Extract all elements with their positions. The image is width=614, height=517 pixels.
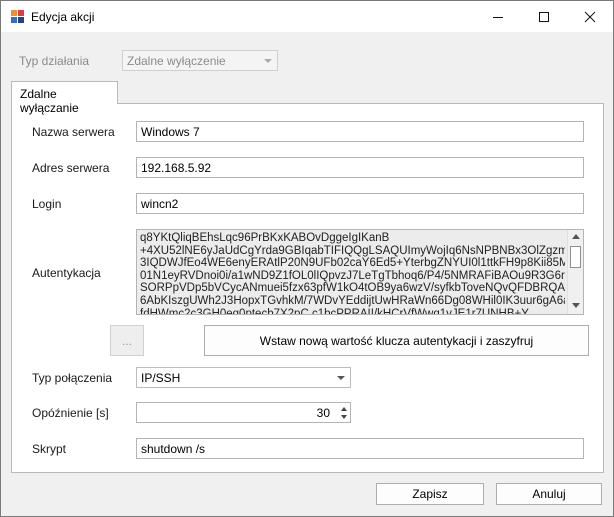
- connection-type-select[interactable]: IP/SSH: [136, 367, 351, 388]
- script-label: Skrypt: [32, 442, 67, 456]
- action-type-label: Typ działania: [19, 54, 90, 68]
- maximize-icon: [539, 11, 549, 22]
- server-name-input[interactable]: Windows 7: [136, 121, 584, 142]
- delay-stepper[interactable]: 30: [136, 402, 351, 423]
- auth-line: fdHWmc2c3GH0eq0ptecb7X2pC c1bcPPRAII/kHC…: [140, 307, 529, 315]
- title-bar[interactable]: Edycja akcji: [1, 1, 613, 32]
- connection-type-label: Typ połączenia: [32, 371, 113, 385]
- stepper-up-icon[interactable]: [341, 407, 347, 411]
- close-button[interactable]: [567, 1, 613, 32]
- login-label: Login: [32, 197, 62, 211]
- action-type-value: Zdalne wyłączenie: [127, 54, 226, 68]
- browse-button[interactable]: ...: [110, 325, 144, 356]
- scroll-thumb[interactable]: [570, 246, 581, 268]
- close-icon: [584, 11, 596, 22]
- auth-line: q8YKtQliqBEhsLqc96PrBKxKABOvDggeIgIKanB: [140, 232, 390, 244]
- auth-line: +4XU52lNE6yJaUdCgYrda9GBIqabTIFIQQgLSAQU…: [140, 244, 565, 257]
- stepper-down-icon[interactable]: [341, 415, 347, 419]
- tab-remote-shutdown[interactable]: Zdalne wyłączanie: [11, 81, 118, 115]
- script-input[interactable]: shutdown /s: [136, 438, 584, 459]
- insert-encrypt-button[interactable]: Wstaw nową wartość klucza autentykacji i…: [204, 325, 589, 356]
- auth-scrollbar[interactable]: [567, 230, 583, 314]
- server-address-label: Adres serwera: [32, 161, 110, 175]
- login-input[interactable]: wincn2: [136, 193, 584, 214]
- window-title: Edycja akcji: [31, 10, 95, 24]
- delay-label: Opóźnienie [s]: [32, 406, 109, 420]
- scroll-down-icon[interactable]: [572, 303, 580, 308]
- maximize-button[interactable]: [521, 1, 567, 32]
- auth-line: SORPpVDp5bVCycANmuei5fzx63pfW1kO4tOB9ya6…: [140, 282, 565, 295]
- delay-value: 30: [316, 406, 330, 420]
- server-address-input[interactable]: 192.168.5.92: [136, 157, 584, 178]
- minimize-button[interactable]: [475, 1, 521, 32]
- app-icon: [11, 10, 24, 23]
- auth-text: q8YKtQliqBEhsLqc96PrBKxKABOvDggeIgIKanB +…: [140, 232, 565, 315]
- auth-line: 3IQDWJfEo4WE6enyERAtlP20N9UFb02caY6Ed5+Y…: [140, 257, 565, 270]
- chevron-down-icon: [264, 59, 272, 63]
- scroll-up-icon[interactable]: [572, 234, 580, 239]
- connection-type-value: IP/SSH: [141, 371, 181, 385]
- dialog-window: Edycja akcji Typ działania Zdalne wyłącz…: [0, 0, 614, 517]
- chevron-down-icon: [337, 376, 345, 380]
- auth-textarea[interactable]: q8YKtQliqBEhsLqc96PrBKxKABOvDggeIgIKanB +…: [136, 229, 584, 315]
- server-name-label: Nazwa serwera: [32, 125, 115, 139]
- auth-line: 6AbKIszgUWh2J3HopxTGvhkM/7WDvYEddijtUwHR…: [140, 294, 565, 307]
- auth-line: 01N1eyRVDnoi0i/a1wND9Z1fOL0lIQpvzJ7LeTgT…: [140, 269, 565, 282]
- auth-label: Autentykacja: [32, 266, 101, 280]
- save-button[interactable]: Zapisz: [376, 483, 484, 505]
- action-type-select[interactable]: Zdalne wyłączenie: [122, 50, 278, 71]
- cancel-button[interactable]: Anuluj: [496, 483, 602, 505]
- minimize-icon: [493, 16, 503, 18]
